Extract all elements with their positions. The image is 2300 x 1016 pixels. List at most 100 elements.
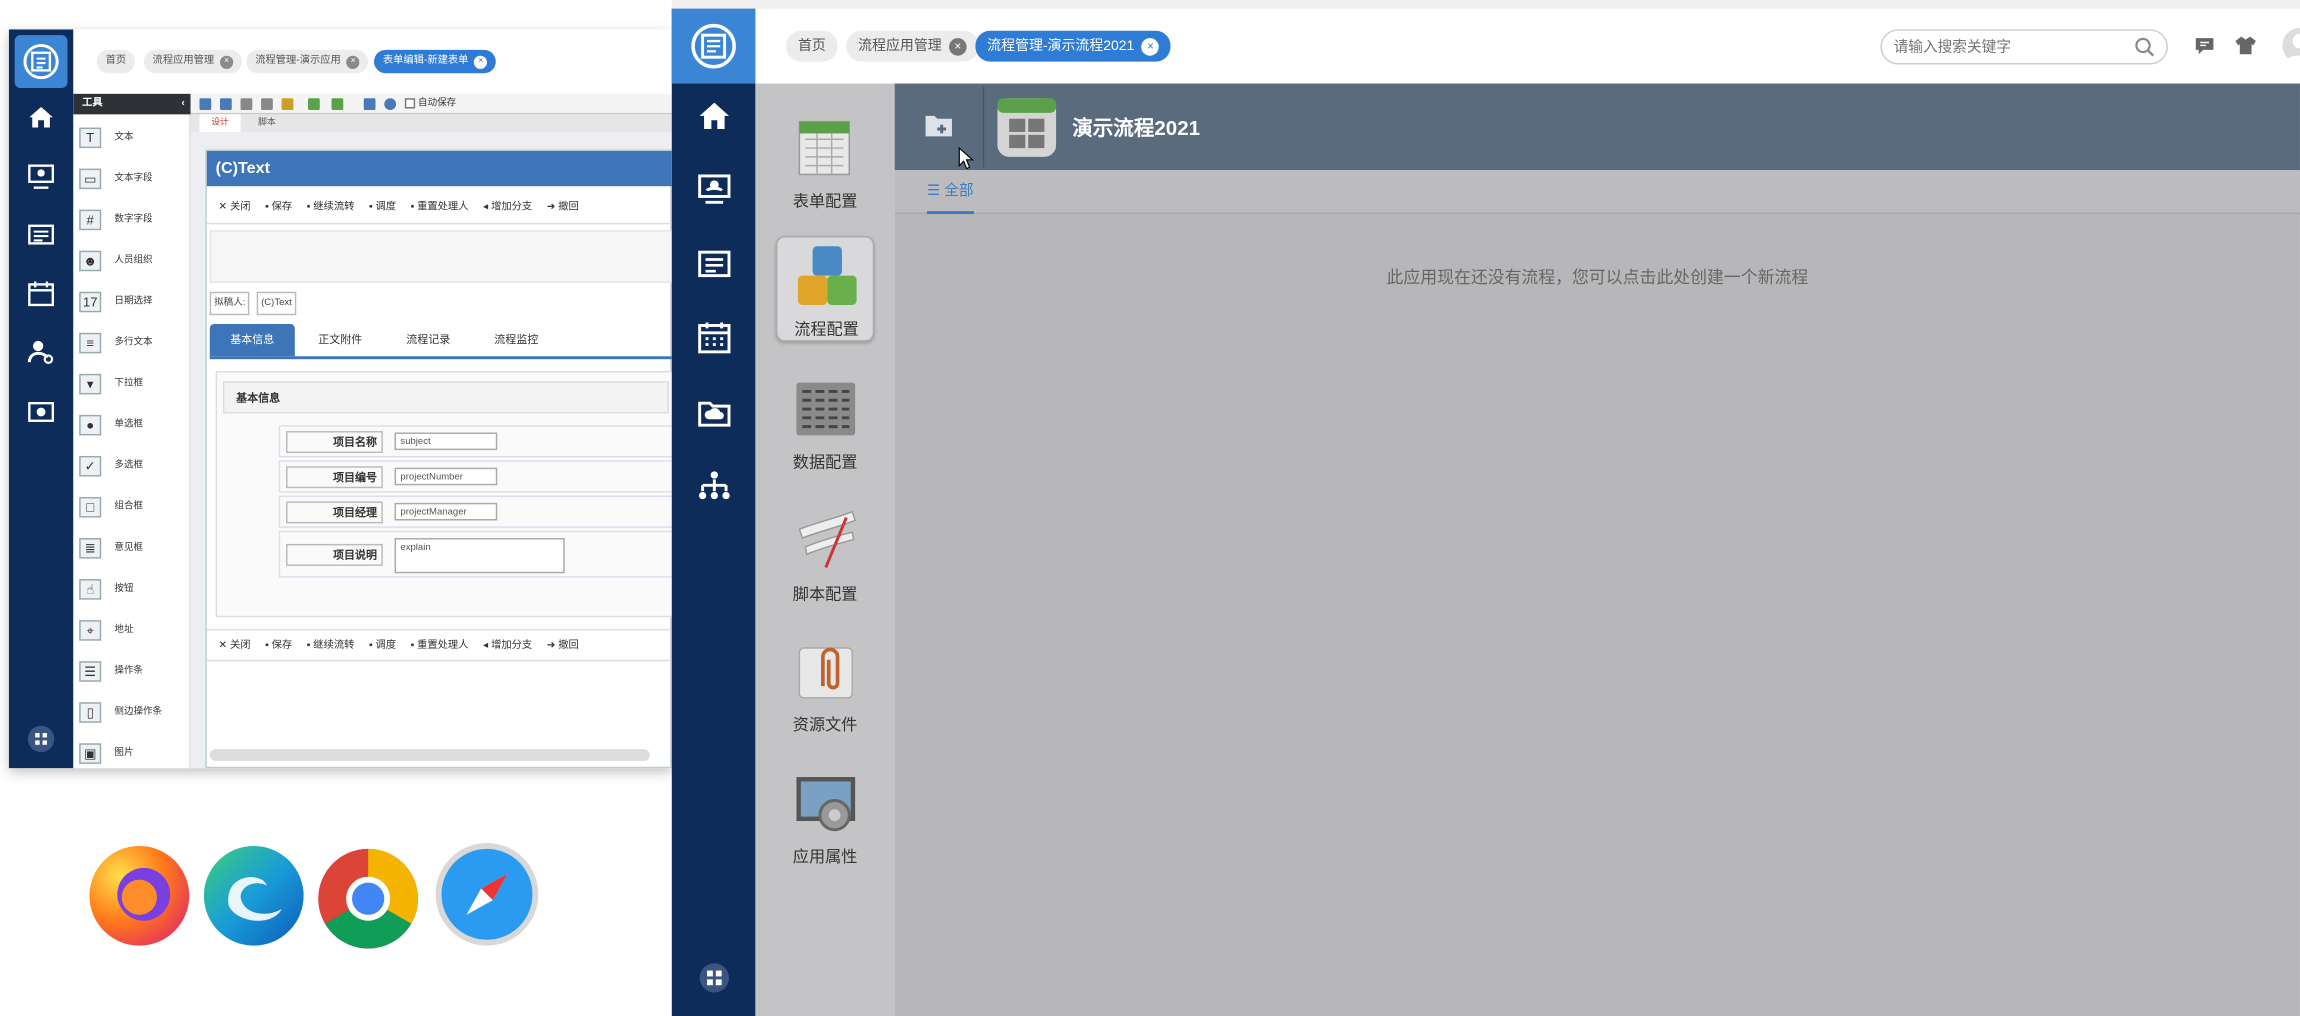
search-input[interactable] bbox=[1893, 35, 2129, 61]
auto-save-checkbox[interactable] bbox=[404, 98, 416, 109]
tool-combobox[interactable]: □ 组合框 bbox=[79, 493, 190, 522]
import-icon[interactable] bbox=[308, 98, 320, 110]
org-chart-icon[interactable] bbox=[697, 469, 732, 504]
tab-design[interactable]: 设计 bbox=[199, 114, 241, 132]
home-icon[interactable] bbox=[26, 103, 55, 132]
project-manager-input[interactable]: projectManager bbox=[394, 502, 498, 521]
tool-org-person[interactable]: ☻ 人员组织 bbox=[79, 246, 190, 275]
add-branch-action[interactable]: ◂ 增加分支 bbox=[483, 641, 532, 651]
tab-process-app-management[interactable]: 流程应用管理 × bbox=[846, 30, 979, 62]
app-logo[interactable] bbox=[14, 35, 68, 88]
home-icon[interactable] bbox=[697, 98, 732, 133]
tool-date-picker[interactable]: 17 日期选择 bbox=[79, 287, 190, 316]
close-icon[interactable]: × bbox=[346, 55, 360, 69]
tool-number-field[interactable]: # 数字字段 bbox=[79, 205, 190, 234]
filter-tab-all[interactable]: ☰ 全部 bbox=[927, 179, 974, 215]
tab-home[interactable]: 首页 bbox=[96, 49, 135, 74]
news-icon[interactable] bbox=[26, 220, 55, 249]
tab-process-demo-app[interactable]: 流程管理-演示应用 × bbox=[246, 49, 369, 74]
continue-flow-action[interactable]: ▪ 继续流转 bbox=[307, 641, 355, 651]
camera-icon[interactable] bbox=[26, 396, 55, 425]
dispatch-action[interactable]: ▪ 调度 bbox=[369, 202, 396, 212]
new-folder-icon[interactable] bbox=[924, 110, 953, 139]
withdraw-action[interactable]: ➜ 撤回 bbox=[547, 641, 579, 651]
app-properties-icon bbox=[794, 771, 859, 836]
tool-text[interactable]: T 文本 bbox=[79, 123, 190, 152]
tab-process-demo-2021[interactable]: 流程管理-演示流程2021 × bbox=[975, 30, 1171, 62]
tab-flow-records[interactable]: 流程记录 bbox=[386, 324, 471, 356]
tab-attachments[interactable]: 正文附件 bbox=[298, 324, 383, 356]
close-icon[interactable]: × bbox=[474, 55, 488, 69]
app-logo[interactable] bbox=[671, 8, 756, 84]
form-tabs: 基本信息 正文附件 流程记录 流程监控 bbox=[209, 321, 672, 360]
subject-input[interactable]: subject bbox=[394, 432, 498, 451]
tool-checkbox[interactable]: ✓ 多选框 bbox=[79, 452, 190, 481]
form-action-bar-top: ✕ 关闭 ▪ 保存 ▪ 继续流转 ▪ 调度 ▪ 重置处理人 ◂ 增加分支 ➜ 撤… bbox=[206, 192, 672, 225]
wand-icon[interactable] bbox=[281, 98, 294, 110]
user-settings-icon[interactable] bbox=[26, 337, 55, 366]
close-icon[interactable]: × bbox=[220, 55, 234, 69]
tab-form-edit-new[interactable]: 表单编辑-新建表单 × bbox=[374, 49, 497, 74]
close-icon[interactable]: × bbox=[1141, 38, 1160, 56]
tool-image[interactable]: ▣ 图片 bbox=[79, 739, 190, 768]
tab-home[interactable]: 首页 bbox=[786, 30, 838, 62]
apps-grid-icon[interactable] bbox=[698, 962, 730, 994]
reset-handler-action[interactable]: ▪ 重置处理人 bbox=[411, 202, 469, 212]
tool-label: 意见框 bbox=[114, 542, 144, 553]
user-screen-icon[interactable] bbox=[697, 172, 732, 207]
tool-multiline-text[interactable]: ≡ 多行文本 bbox=[79, 328, 190, 357]
add-branch-action[interactable]: ◂ 增加分支 bbox=[483, 202, 532, 212]
empty-state-message[interactable]: 此应用现在还没有流程，您可以点击此处创建一个新流程 bbox=[895, 265, 2300, 288]
tool-action-bar[interactable]: ☰ 操作条 bbox=[79, 657, 190, 686]
calendar-icon[interactable] bbox=[697, 320, 732, 355]
resource-file-item[interactable]: 资源文件 bbox=[776, 633, 874, 739]
collapse-icon[interactable]: ‹ bbox=[181, 94, 184, 115]
project-number-input[interactable]: projectNumber bbox=[394, 467, 498, 486]
apps-grid-icon[interactable] bbox=[26, 724, 55, 753]
news-icon[interactable] bbox=[697, 246, 732, 281]
avatar[interactable] bbox=[2282, 27, 2300, 64]
explain-textarea[interactable]: explain bbox=[394, 538, 565, 574]
tool-radio[interactable]: ● 单选框 bbox=[79, 411, 190, 440]
print-icon[interactable] bbox=[261, 98, 273, 110]
multiline-icon: ≡ bbox=[79, 332, 102, 354]
preview-icon[interactable] bbox=[240, 98, 253, 110]
tool-button[interactable]: ☝ 按钮 bbox=[79, 575, 190, 604]
cloud-folder-icon[interactable] bbox=[697, 394, 732, 429]
script-config-item[interactable]: 脚本配置 bbox=[776, 503, 874, 609]
form-config-item[interactable]: 表单配置 bbox=[776, 110, 874, 216]
tool-side-action-bar[interactable]: ▯ 侧边操作条 bbox=[79, 698, 190, 727]
reset-handler-action[interactable]: ▪ 重置处理人 bbox=[411, 641, 469, 651]
tool-dropdown[interactable]: ▾ 下拉框 bbox=[79, 369, 190, 398]
user-screen-icon[interactable] bbox=[26, 161, 55, 190]
withdraw-action[interactable]: ➜ 撤回 bbox=[547, 202, 579, 212]
save-icon[interactable] bbox=[199, 98, 212, 110]
close-icon[interactable]: × bbox=[949, 38, 967, 56]
horizontal-scrollbar[interactable] bbox=[209, 749, 650, 761]
dispatch-action[interactable]: ▪ 调度 bbox=[369, 641, 396, 651]
layout-icon[interactable] bbox=[363, 98, 376, 110]
tab-basic-info[interactable]: 基本信息 bbox=[209, 324, 295, 357]
tab-process-app-management[interactable]: 流程应用管理 × bbox=[143, 49, 243, 74]
process-config-item[interactable]: 流程配置 bbox=[775, 236, 875, 342]
message-icon[interactable] bbox=[2194, 35, 2215, 56]
app-properties-item[interactable]: 应用属性 bbox=[776, 765, 874, 871]
export-icon[interactable] bbox=[331, 98, 344, 110]
tool-text-field[interactable]: ▭ 文本字段 bbox=[79, 164, 190, 193]
save-action[interactable]: ▪ 保存 bbox=[265, 202, 292, 212]
close-action[interactable]: ✕ 关闭 bbox=[219, 641, 251, 651]
calendar-icon[interactable] bbox=[26, 279, 55, 308]
save-as-icon[interactable] bbox=[220, 98, 232, 110]
save-action[interactable]: ▪ 保存 bbox=[265, 641, 292, 651]
tool-opinion[interactable]: ≣ 意见框 bbox=[79, 534, 190, 563]
data-config-item[interactable]: 数据配置 bbox=[776, 371, 874, 477]
help-icon[interactable] bbox=[384, 98, 397, 110]
skin-shirt-icon[interactable] bbox=[2235, 35, 2256, 56]
tab-script[interactable]: 脚本 bbox=[246, 114, 287, 132]
tool-address[interactable]: ⌖ 地址 bbox=[79, 616, 190, 645]
combobox-icon: □ bbox=[79, 497, 102, 518]
search-icon[interactable] bbox=[2134, 37, 2155, 58]
close-action[interactable]: ✕ 关闭 bbox=[219, 202, 251, 212]
tab-flow-monitor[interactable]: 流程监控 bbox=[474, 324, 559, 356]
continue-flow-action[interactable]: ▪ 继续流转 bbox=[307, 202, 355, 212]
